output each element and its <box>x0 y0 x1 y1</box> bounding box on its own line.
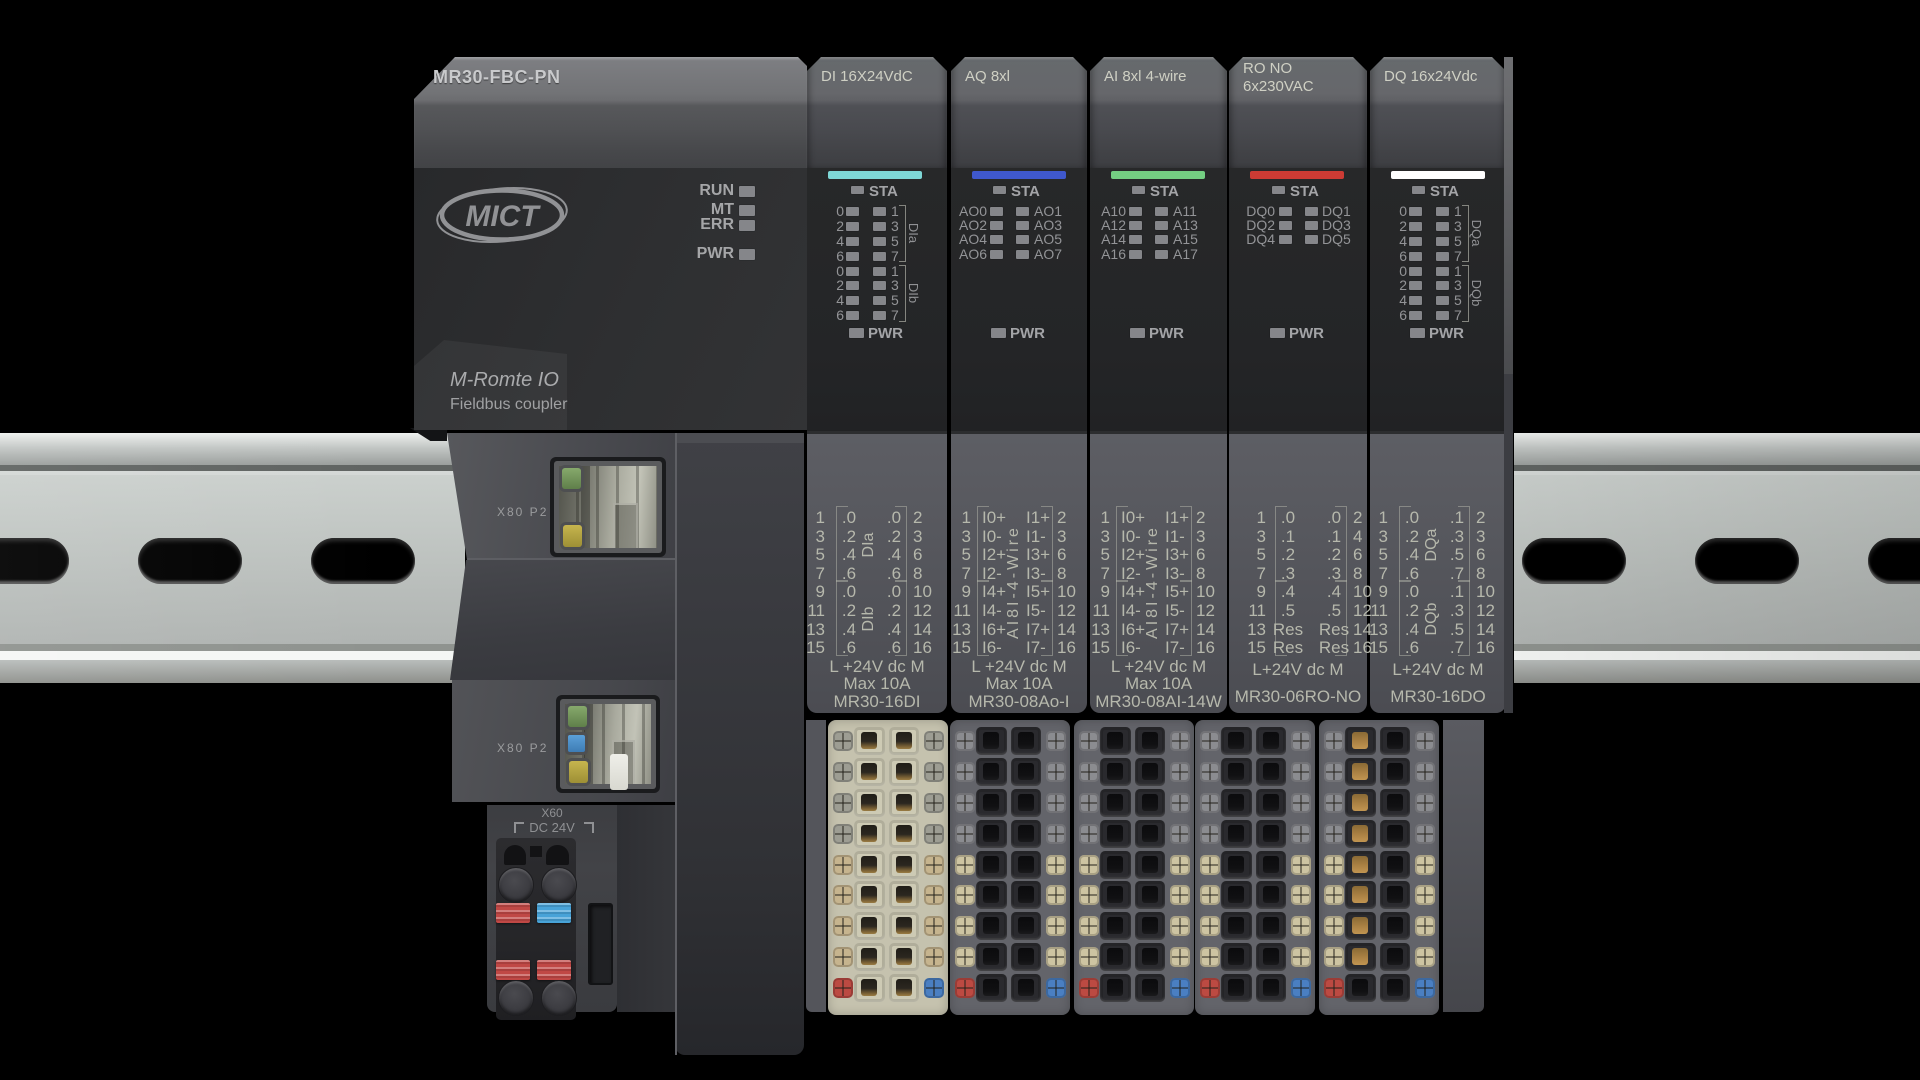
svg-text:MICT: MICT <box>465 200 541 233</box>
